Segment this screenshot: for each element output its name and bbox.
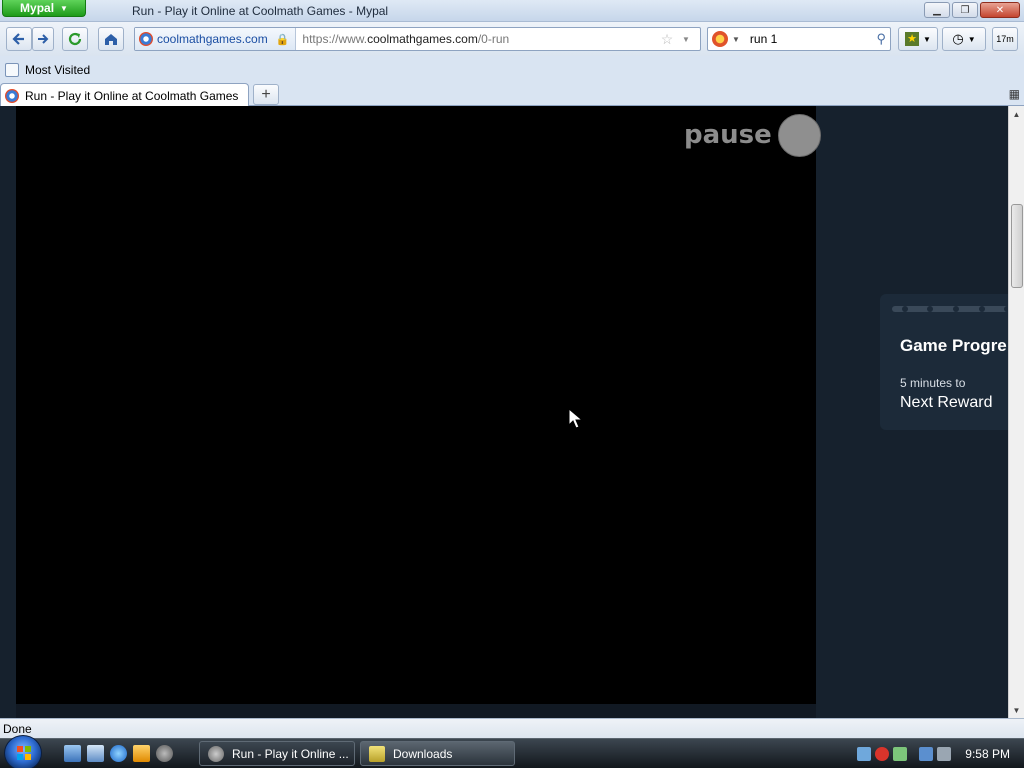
address-bar[interactable]: coolmathgames.com 🔒 https://www.coolmath… [134,27,701,51]
navigation-toolbar: coolmathgames.com 🔒 https://www.coolmath… [0,22,1024,56]
pause-button[interactable] [778,114,821,157]
game-footer-bar [16,704,816,718]
reload-icon [68,32,82,46]
url-path: /0-run [477,32,510,46]
chevron-down-icon: ▼ [60,3,68,13]
tab-favicon-icon [5,88,19,103]
window-controls: ▁ ❐ ✕ [924,2,1020,18]
tab-strip: Run - Play it Online at Coolmath Games +… [0,82,1024,107]
back-arrow-icon [12,33,24,45]
mouse-cursor-icon [568,407,584,429]
taskbar-item-downloads[interactable]: Downloads [360,741,515,766]
url-prefix: https://www. [302,32,368,46]
browser-icon [208,745,224,762]
plus-icon: + [261,85,271,103]
game-canvas[interactable]: pause [16,106,821,704]
home-icon [105,34,117,45]
network-icon[interactable] [857,747,872,761]
windows-logo-icon [17,746,31,760]
internet-explorer-icon[interactable] [110,745,127,762]
clock-icon: ◷ [952,31,964,46]
volume-muted-icon[interactable] [937,747,952,761]
app-menu-label: Mypal [20,1,55,15]
url-text[interactable]: https://www.coolmathgames.com/0-run [296,32,652,46]
show-desktop-icon[interactable] [64,745,81,762]
page-content: pause Game Progre 5 minutes to Next Rewa… [0,106,1008,718]
close-button[interactable]: ✕ [980,2,1020,18]
chevron-down-icon: ▼ [967,34,976,44]
url-host: coolmathgames.com [367,32,478,46]
scroll-down-icon[interactable]: ▼ [1009,704,1024,716]
scroll-up-icon[interactable]: ▲ [1009,108,1024,120]
restore-button[interactable]: ❐ [952,2,978,18]
updates-icon[interactable] [893,747,908,761]
status-bar: Done [0,718,1024,738]
most-visited-folder[interactable]: Most Visited [5,63,90,77]
home-button[interactable] [98,27,124,51]
url-dropdown-icon[interactable]: ▼ [682,35,700,44]
back-button[interactable] [6,27,32,51]
bookmarks-star-icon: ★ [905,32,920,46]
search-engine-icon[interactable] [712,31,728,47]
taskbar-item-label: Run - Play it Online ... [232,746,349,761]
close-icon: ✕ [995,4,1005,16]
media-player-icon[interactable] [133,745,150,762]
most-visited-label: Most Visited [25,63,91,77]
site-identity-button[interactable]: coolmathgames.com 🔒 [135,28,297,50]
magnifier-icon[interactable]: ⚲ [876,31,886,47]
lock-icon: 🔒 [275,33,290,46]
switch-windows-icon[interactable] [87,745,104,762]
restore-icon: ❐ [960,4,970,16]
bookmarks-toolbar: Most Visited [0,58,1024,82]
minimize-icon: ▁ [933,4,941,16]
taskbar: Run - Play it Online ... Downloads 9:58 … [0,735,1024,768]
chevron-down-icon: ▼ [732,34,740,44]
recent-history-button[interactable]: 17m [992,27,1018,51]
tab-label: Run - Play it Online at Coolmath Games [25,88,239,103]
forward-arrow-icon [38,34,49,44]
progress-title: Game Progre [900,336,1007,355]
taskbar-item-label: Downloads [393,746,453,761]
forward-button[interactable] [32,27,54,51]
system-tray: 9:58 PM [857,739,1024,768]
bookmarks-menu-button[interactable]: ★ ▼ [898,27,938,51]
bookmark-star-icon[interactable]: ☆ [652,31,682,48]
tab-run-game[interactable]: Run - Play it Online at Coolmath Games [0,83,249,107]
search-input[interactable]: run 1 [744,32,873,46]
new-tab-button[interactable]: + [253,84,279,105]
game-progress-panel[interactable]: Game Progre 5 minutes to Next Reward [880,294,1008,430]
status-text: Done [3,721,32,736]
start-button[interactable] [4,735,42,768]
chevron-down-icon: ▼ [923,34,931,44]
system-clock[interactable]: 9:58 PM [965,747,1010,761]
folder-icon [369,745,385,762]
progress-dots [892,306,1008,312]
pause-label: pause [684,120,772,150]
minimize-button[interactable]: ▁ [924,2,950,18]
app-menu-button[interactable]: Mypal ▼ [2,0,86,17]
progress-reward: Next Reward [900,394,993,411]
title-bar: Mypal ▼ Run - Play it Online at Coolmath… [0,0,1024,22]
reload-button[interactable] [62,27,88,51]
window-title: Run - Play it Online at Coolmath Games -… [132,4,389,18]
history-badge: 17m [996,34,1014,44]
history-menu-button[interactable]: ◷ ▼ [942,27,986,51]
search-bar[interactable]: ▼ run 1 ⚲ [707,27,891,51]
folder-icon [5,63,19,77]
security-alert-icon[interactable] [875,747,890,761]
taskbar-item-browser[interactable]: Run - Play it Online ... [199,741,355,766]
site-identity-label: coolmathgames.com [157,32,268,46]
site-favicon-icon [139,32,153,46]
progress-subtitle: 5 minutes to [900,376,966,390]
display-icon[interactable] [919,747,934,761]
vertical-scrollbar[interactable]: ▲ ▼ [1008,106,1024,718]
tab-list-icon[interactable]: ▦ [1009,87,1020,101]
browser-quicklaunch-icon[interactable] [156,745,173,762]
scroll-thumb[interactable] [1011,204,1023,288]
